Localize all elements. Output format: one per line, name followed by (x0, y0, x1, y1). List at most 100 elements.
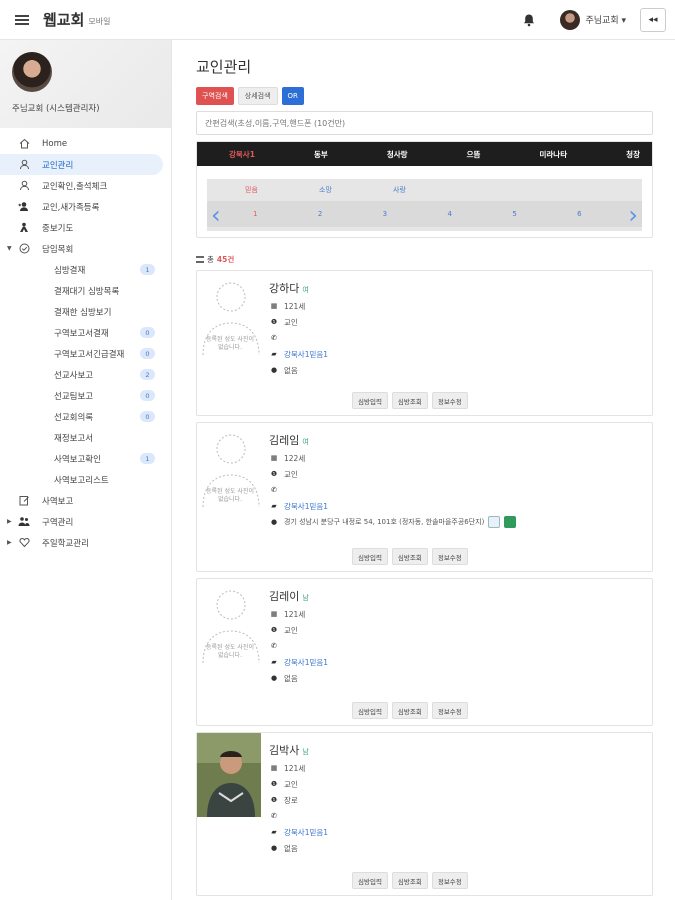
member-age: 121세 (284, 609, 306, 619)
sidebar-subitem[interactable]: 선교회의록 0 (0, 406, 171, 427)
visit-input-button[interactable]: 심방입력 (352, 872, 388, 889)
sidebar-subitem[interactable]: 결재대기 심방목록 (0, 280, 171, 301)
sidebar-item-label: 중보기도 (42, 223, 74, 234)
sidebar-subitem-label: 사역보고리스트 (54, 475, 109, 486)
or-toggle-button[interactable]: OR (281, 87, 304, 105)
sidebar-subitem[interactable]: 재정보고서 (0, 427, 171, 448)
caret-down-icon: ▼ (7, 245, 12, 252)
tab-number[interactable]: 3 (383, 210, 448, 218)
edit-info-button[interactable]: 정보수정 (431, 872, 468, 889)
search-input[interactable] (196, 111, 653, 135)
member-name[interactable]: 김박사 (269, 744, 299, 757)
sidebar-item-home[interactable]: Home (0, 133, 171, 154)
tab-area[interactable]: 동부 (314, 149, 328, 160)
tab-number[interactable]: 1 (253, 210, 318, 218)
count-badge: 0 (140, 327, 155, 338)
folder-icon: ▰ (271, 828, 277, 836)
sidebar-subitem[interactable]: 선교팀보고 0 (0, 385, 171, 406)
sidebar-subitem[interactable]: 사역보고확인 1 (0, 448, 171, 469)
sidebar-item-label: 교인관리 (42, 160, 74, 171)
caret-right-icon: ▶ (7, 539, 12, 546)
sidebar-subitem-label: 결재대기 심방목록 (54, 286, 120, 297)
sidebar-item-register[interactable]: 교인,새가족등록 (0, 196, 171, 217)
no-photo-placeholder: 등록된 성도 사진이 없습니다. (197, 423, 261, 508)
sidebar-item-prayer[interactable]: 중보기도 (0, 217, 171, 238)
member-area-link[interactable]: 강북사1믿음1 (284, 501, 328, 512)
location-icon: ● (270, 674, 278, 682)
tab-area[interactable]: 강북사1 (229, 149, 255, 160)
member-name[interactable]: 김레임 (269, 434, 299, 447)
chevron-right-icon[interactable]: › (628, 203, 638, 227)
info-icon: ❶ (270, 780, 278, 788)
member-area-link[interactable]: 강북사1믿음1 (284, 827, 328, 838)
tab-area[interactable]: 으뜸 (467, 149, 481, 160)
sidebar-subitem[interactable]: 선교사보고 2 (0, 364, 171, 385)
calendar-icon: ▦ (270, 302, 278, 310)
user-check-icon (18, 180, 30, 192)
sidebar-item-attendance[interactable]: 교인확인,출석체크 (0, 175, 171, 196)
main-content: 교인관리 구역검색 상세검색 OR 강북사1 동부 청사랑 으뜸 미라나타 청장… (196, 40, 656, 896)
bell-icon[interactable] (522, 13, 536, 27)
visit-view-button[interactable]: 심방조회 (391, 872, 428, 889)
tab-number[interactable]: 2 (318, 210, 383, 218)
tab-area[interactable]: 미라나타 (540, 149, 568, 160)
visit-view-button[interactable]: 심방조회 (391, 702, 428, 719)
member-name[interactable]: 김레이 (269, 590, 299, 603)
member-role: 교인 (284, 317, 298, 327)
app-title[interactable]: 웹교회 (43, 9, 84, 30)
member-area-link[interactable]: 강북사1믿음1 (284, 657, 328, 668)
tab-sub-area[interactable]: 소망 (319, 185, 393, 195)
visit-view-button[interactable]: 심방조회 (391, 392, 428, 409)
calendar-icon: ▦ (270, 764, 278, 772)
folder-icon: ▰ (271, 350, 277, 358)
sidebar-item-label: 구역관리 (42, 517, 74, 528)
profile-panel: 주님교회 (시스템관리자) (0, 40, 171, 128)
menu-icon[interactable] (15, 13, 29, 27)
sidebar-item-label: 교인확인,출석체크 (42, 181, 108, 192)
tab-sub-area[interactable]: 사랑 (393, 185, 467, 195)
collapse-sidebar-button[interactable]: ◂◂ (640, 7, 666, 32)
chevron-left-icon[interactable]: ‹ (211, 203, 221, 227)
member-age: 122세 (284, 453, 306, 463)
tab-number[interactable]: 5 (512, 210, 577, 218)
tab-sub-area[interactable]: 믿음 (245, 185, 319, 195)
sidebar-subitem[interactable]: 심방결재 1 (0, 259, 171, 280)
edit-info-button[interactable]: 정보수정 (431, 392, 468, 409)
edit-info-button[interactable]: 정보수정 (431, 702, 468, 719)
member-photo[interactable] (197, 733, 261, 817)
sidebar-subitem[interactable]: 사역보고리스트 (0, 469, 171, 490)
tab-area[interactable]: 청장 (626, 149, 640, 160)
sidebar-item-sunday-school[interactable]: ▶ 주일학교관리 (0, 532, 171, 553)
avatar[interactable] (559, 9, 580, 30)
sidebar-subitem-label: 선교사보고 (54, 370, 94, 381)
location-icon: ● (270, 844, 278, 852)
tab-number[interactable]: 4 (447, 210, 512, 218)
visit-input-button[interactable]: 심방입력 (352, 548, 388, 565)
visit-input-button[interactable]: 심방입력 (352, 392, 388, 409)
no-photo-text: 등록된 성도 사진이 없습니다. (206, 336, 254, 351)
member-name[interactable]: 강하다 (269, 282, 299, 295)
area-search-button[interactable]: 구역검색 (196, 87, 234, 105)
sidebar-item-label: 주일학교관리 (42, 538, 89, 549)
sidebar-item-area[interactable]: ▶ 구역관리 (0, 511, 171, 532)
detail-search-button[interactable]: 상세검색 (237, 87, 278, 105)
visit-input-button[interactable]: 심방입력 (352, 702, 388, 719)
area-tabs: 강북사1 동부 청사랑 으뜸 미라나타 청장 (197, 142, 652, 166)
sidebar-subitem[interactable]: 구역보고서결재 0 (0, 322, 171, 343)
member-card: 등록된 성도 사진이 없습니다. 김레이 남 ▦ 121세 ❶ 교인 ✆ ▰ 강북사1믿… (196, 578, 653, 726)
sidebar-subitem[interactable]: 결재한 심방보기 (0, 301, 171, 322)
user-menu[interactable]: 주님교회 ▾ (586, 13, 627, 26)
member-area-link[interactable]: 강북사1믿음1 (284, 349, 328, 360)
profile-name: 주님교회 (시스템관리자) (12, 104, 100, 114)
map-icon[interactable] (504, 516, 517, 528)
sidebar-item-pastoral[interactable]: ▼ 담임목회 (0, 238, 171, 259)
sidebar-item-ministry-report[interactable]: 사역보고 (0, 490, 171, 511)
sidebar-subitem[interactable]: 구역보고서긴급결재 0 (0, 343, 171, 364)
edit-info-button[interactable]: 정보수정 (431, 548, 468, 565)
sidebar-item-members[interactable]: 교인관리 (0, 154, 163, 175)
map-pin-icon[interactable] (488, 516, 501, 528)
user-icon (18, 159, 30, 171)
visit-view-button[interactable]: 심방조회 (391, 548, 428, 565)
tab-area[interactable]: 청사랑 (387, 149, 408, 160)
no-photo-placeholder: 등록된 성도 사진이 없습니다. (197, 271, 261, 356)
